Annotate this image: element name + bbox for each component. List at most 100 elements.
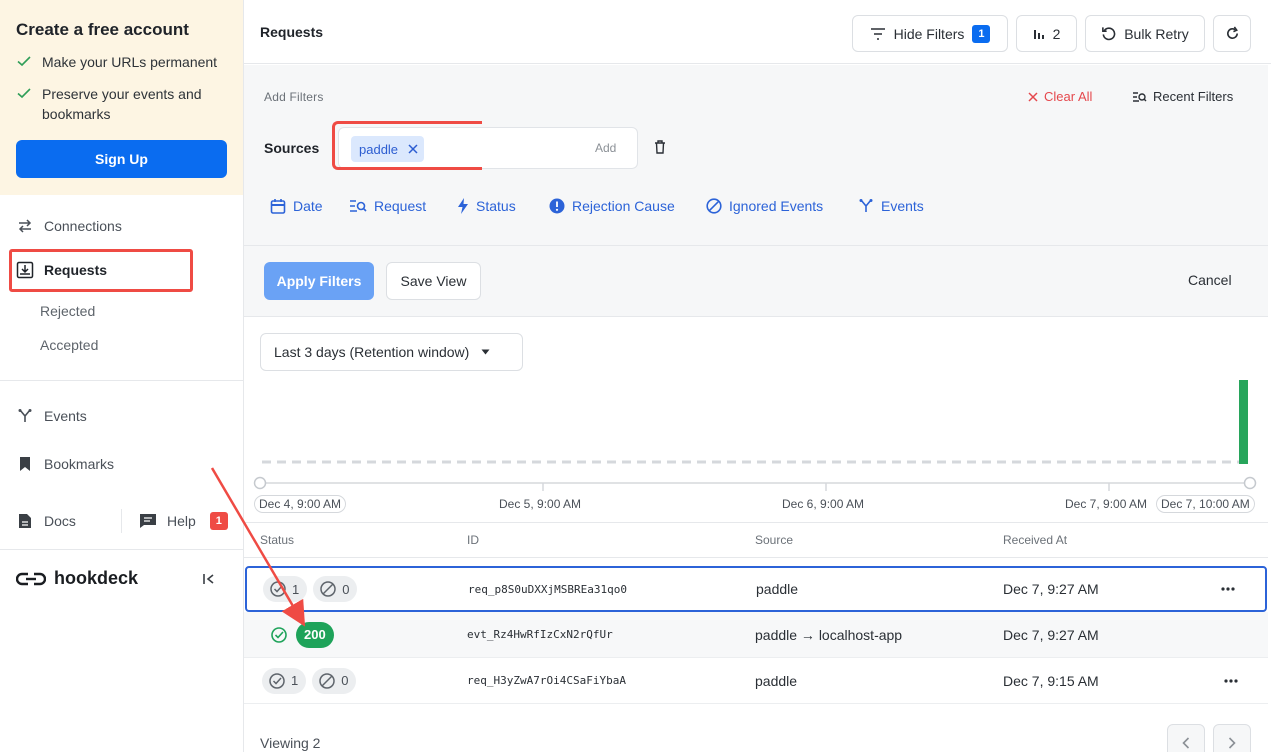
filter-lines-icon xyxy=(870,27,886,40)
block-icon xyxy=(320,581,336,597)
sidebar-divider xyxy=(0,549,243,550)
ignored-count-pill: 0 xyxy=(312,667,357,694)
range-end-handle[interactable] xyxy=(1243,476,1257,490)
chat-icon xyxy=(139,512,157,530)
refresh-button[interactable] xyxy=(1213,15,1251,52)
ignored-count-pill: 0 xyxy=(313,576,358,602)
sidebar-vertical-divider xyxy=(121,509,122,533)
sidebar-item-accepted[interactable]: Accepted xyxy=(40,337,98,353)
apply-filters-button[interactable]: Apply Filters xyxy=(264,262,374,300)
accepted-count-pill: 1 xyxy=(263,576,308,602)
filter-type-label: Rejection Cause xyxy=(572,198,675,214)
source-cell: paddle xyxy=(756,581,799,597)
recent-filters-button[interactable]: Recent Filters xyxy=(1132,89,1233,104)
sidebar-item-label: Help xyxy=(167,513,196,529)
tick-marks xyxy=(542,483,1110,491)
check-circle-icon xyxy=(270,581,286,597)
filter-type-label: Date xyxy=(293,198,323,214)
filter-count-badge: 1 xyxy=(972,24,991,43)
promo-bullet: Preserve your events and bookmarks xyxy=(16,84,227,124)
filters-divider xyxy=(244,245,1268,246)
status-code-badge: 200 xyxy=(296,621,334,648)
more-options-icon[interactable] xyxy=(1221,568,1235,610)
refresh-icon xyxy=(1225,26,1240,41)
sources-label: Sources xyxy=(264,140,320,156)
promo-bullet-text: Preserve your events and bookmarks xyxy=(42,86,202,122)
filter-type-rejection-cause[interactable]: Rejection Cause xyxy=(549,198,675,214)
filter-type-date[interactable]: Date xyxy=(270,198,323,214)
chart-toggle-button[interactable]: 2 xyxy=(1016,15,1077,52)
filter-type-label: Status xyxy=(476,198,516,214)
cancel-button[interactable]: Cancel xyxy=(1188,272,1232,288)
hide-filters-label: Hide Filters xyxy=(893,25,965,42)
bookmark-icon xyxy=(16,455,34,473)
collapse-sidebar-icon[interactable] xyxy=(202,572,216,586)
more-options-icon[interactable] xyxy=(1224,658,1238,703)
table-row[interactable]: 200 evt_Rz4HwRfIzCxN2rQfUr paddle → loca… xyxy=(244,612,1268,658)
table-row[interactable]: 1 0 req_p8S0uDXXjMSBREa31qo0 paddle Dec … xyxy=(245,566,1267,612)
page-title: Requests xyxy=(260,24,324,40)
source-cell: paddle xyxy=(755,672,798,689)
tick-label: Dec 6, 9:00 AM xyxy=(782,497,865,511)
sidebar-item-label: Connections xyxy=(44,218,122,234)
add-filters-label: Add Filters xyxy=(264,90,324,104)
filter-type-request[interactable]: Request xyxy=(349,198,426,214)
sign-up-button[interactable]: Sign Up xyxy=(16,140,227,178)
sidebar-item-connections[interactable]: Connections xyxy=(16,214,122,238)
clear-all-button[interactable]: Clear All xyxy=(1028,89,1092,104)
fork-icon xyxy=(858,198,874,214)
status-cell: 200 xyxy=(270,612,334,657)
hookdeck-logo: hookdeck xyxy=(16,568,138,589)
arrows-swap-icon xyxy=(16,217,34,235)
received-at-cell: Dec 7, 9:15 AM xyxy=(1003,672,1099,689)
tick-label: Dec 7, 9:00 AM xyxy=(1065,497,1148,511)
chevron-left-icon xyxy=(1182,737,1190,749)
filters-panel: Add Filters Clear All Recent Filters Sou… xyxy=(244,65,1268,317)
status-cell: 1 0 xyxy=(263,568,363,610)
filter-type-status[interactable]: Status xyxy=(457,198,516,214)
time-range-select[interactable]: Last 3 days (Retention window) xyxy=(260,333,523,371)
received-at-cell: Dec 7, 9:27 AM xyxy=(1003,581,1099,597)
document-icon xyxy=(16,512,34,530)
bulk-retry-label: Bulk Retry xyxy=(1124,25,1189,42)
save-view-button[interactable]: Save View xyxy=(386,262,481,300)
request-id: req_p8S0uDXXjMSBREa31qo0 xyxy=(468,582,627,596)
hide-filters-button[interactable]: Hide Filters 1 xyxy=(852,15,1008,52)
sidebar-item-rejected[interactable]: Rejected xyxy=(40,303,95,319)
sidebar-item-events[interactable]: Events xyxy=(16,404,87,428)
chevron-right-icon xyxy=(1228,737,1236,749)
add-source-button[interactable]: Add xyxy=(595,141,616,155)
recent-filters-label: Recent Filters xyxy=(1153,89,1234,104)
sidebar-item-label: Docs xyxy=(44,513,76,529)
column-header-source: Source xyxy=(755,533,794,547)
filter-type-label: Events xyxy=(881,198,924,214)
close-icon xyxy=(1028,91,1038,102)
bulk-retry-button[interactable]: Bulk Retry xyxy=(1085,15,1205,52)
calendar-icon xyxy=(270,198,286,214)
caret-down-icon xyxy=(481,349,490,355)
range-start-handle[interactable] xyxy=(253,476,267,490)
lightning-icon xyxy=(457,198,469,214)
sidebar-item-docs[interactable]: Docs xyxy=(16,509,76,533)
check-circle-icon xyxy=(269,672,285,689)
sidebar-item-help[interactable]: Help 1 xyxy=(139,509,228,533)
help-count-badge: 1 xyxy=(209,512,228,530)
filter-type-ignored-events[interactable]: Ignored Events xyxy=(706,198,823,214)
requests-histogram xyxy=(253,380,1257,491)
check-icon xyxy=(16,53,34,69)
table-row[interactable]: 1 0 req_H3yZwA7rOi4CSaFiYbaA paddle Dec … xyxy=(244,658,1268,704)
trash-icon[interactable] xyxy=(654,140,666,154)
filter-type-label: Ignored Events xyxy=(729,198,824,214)
check-circle-icon xyxy=(271,626,287,643)
search-list-icon xyxy=(349,199,367,213)
status-cell: 1 0 xyxy=(262,658,362,703)
filter-type-events[interactable]: Events xyxy=(858,198,924,214)
sidebar-item-bookmarks[interactable]: Bookmarks xyxy=(16,452,114,476)
source-cell: paddle → localhost-app xyxy=(755,626,903,643)
request-id: req_H3yZwA7rOi4CSaFiYbaA xyxy=(467,674,626,687)
next-page-button[interactable] xyxy=(1213,724,1251,752)
promo-title: Create a free account xyxy=(16,20,189,39)
prev-page-button[interactable] xyxy=(1167,724,1205,752)
tick-label: Dec 5, 9:00 AM xyxy=(499,497,582,511)
hookdeck-logo-icon xyxy=(16,571,46,587)
